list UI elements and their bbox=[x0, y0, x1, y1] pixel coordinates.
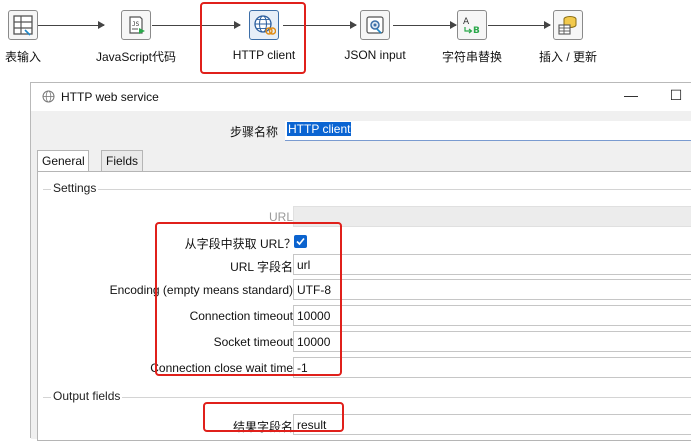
close-wait-row: Connection close wait time -1 bbox=[43, 357, 691, 379]
connection-timeout-row: Connection timeout 10000 bbox=[43, 305, 691, 327]
string-replace-icon: A B bbox=[457, 10, 487, 40]
maximize-button[interactable]: ☐ bbox=[666, 87, 686, 104]
step-label: 字符串替换 bbox=[441, 50, 502, 64]
socket-timeout-label: Socket timeout bbox=[213, 335, 293, 349]
svg-text:JS: JS bbox=[132, 21, 140, 28]
url-from-field-row: 从字段中获取 URL？ bbox=[43, 231, 691, 253]
step-label: JavaScript代码 bbox=[95, 50, 177, 64]
javascript-script-icon: JS bbox=[121, 10, 151, 40]
settings-group-title: Settings bbox=[51, 181, 99, 195]
tab-general[interactable]: General bbox=[37, 150, 89, 172]
result-field-label: 结果字段名 bbox=[232, 420, 293, 434]
settings-group: Settings URL 从字段中获取 URL？ URL 字段名 url Enc… bbox=[43, 181, 691, 385]
url-label: URL bbox=[268, 210, 293, 224]
step-javascript[interactable]: JS JavaScript代码 bbox=[86, 10, 186, 65]
url-input[interactable] bbox=[293, 206, 691, 227]
step-label: 表输入 bbox=[4, 50, 41, 64]
url-field-name-row: URL 字段名 url bbox=[43, 254, 691, 276]
socket-timeout-row: Socket timeout 10000 bbox=[43, 331, 691, 353]
url-from-field-checkbox[interactable] bbox=[294, 235, 307, 248]
result-field-input[interactable]: result bbox=[293, 414, 691, 435]
url-row: URL bbox=[43, 206, 691, 228]
connection-timeout-input[interactable]: 10000 bbox=[293, 305, 691, 326]
http-web-service-dialog: HTTP web service — ☐ 步骤名称 HTTP client Ge… bbox=[30, 82, 691, 441]
step-name-input[interactable]: HTTP client bbox=[285, 121, 691, 141]
step-name-value: HTTP client bbox=[287, 122, 352, 136]
connection-timeout-label: Connection timeout bbox=[189, 309, 293, 323]
json-input-icon bbox=[360, 10, 390, 40]
dialog-content: 步骤名称 HTTP client General Fields Settings… bbox=[31, 111, 691, 441]
step-string-replace[interactable]: A B 字符串替换 bbox=[422, 10, 522, 65]
step-name-label: 步骤名称 bbox=[230, 125, 279, 139]
table-input-icon bbox=[8, 10, 38, 40]
url-field-name-label: URL 字段名 bbox=[230, 260, 293, 274]
encoding-row: Encoding (empty means standard) UTF-8 bbox=[43, 279, 691, 301]
encoding-input[interactable]: UTF-8 bbox=[293, 279, 691, 300]
insert-update-icon bbox=[553, 10, 583, 40]
step-label: 插入 / 更新 bbox=[538, 50, 597, 64]
close-wait-label: Connection close wait time bbox=[150, 361, 293, 375]
pipeline-canvas: 表输入 JS JavaScript代码 HTTP client JSON inp… bbox=[0, 0, 691, 82]
step-json-input[interactable]: JSON input bbox=[325, 10, 425, 62]
encoding-label: Encoding (empty means standard) bbox=[109, 283, 293, 297]
step-insert-update[interactable]: 插入 / 更新 bbox=[518, 10, 618, 65]
url-field-name-input[interactable]: url bbox=[293, 254, 691, 275]
globe-icon bbox=[42, 90, 55, 106]
step-table-input[interactable]: 表输入 bbox=[0, 10, 73, 65]
general-panel: Settings URL 从字段中获取 URL？ URL 字段名 url Enc… bbox=[37, 171, 691, 441]
svg-text:B: B bbox=[473, 26, 480, 36]
tab-fields[interactable]: Fields bbox=[101, 150, 143, 171]
close-wait-input[interactable]: -1 bbox=[293, 357, 691, 378]
minimize-button[interactable]: — bbox=[621, 87, 641, 103]
highlight-http-client bbox=[200, 2, 306, 74]
step-label: JSON input bbox=[344, 48, 406, 62]
dialog-title: HTTP web service bbox=[61, 90, 159, 104]
output-fields-group: Output fields 结果字段名 result bbox=[43, 389, 691, 443]
dialog-titlebar[interactable]: HTTP web service — ☐ bbox=[31, 83, 691, 111]
result-field-row: 结果字段名 result bbox=[43, 414, 691, 436]
output-fields-title: Output fields bbox=[51, 389, 123, 403]
socket-timeout-input[interactable]: 10000 bbox=[293, 331, 691, 352]
url-from-field-label: 从字段中获取 URL？ bbox=[184, 237, 296, 251]
svg-text:A: A bbox=[463, 17, 470, 27]
